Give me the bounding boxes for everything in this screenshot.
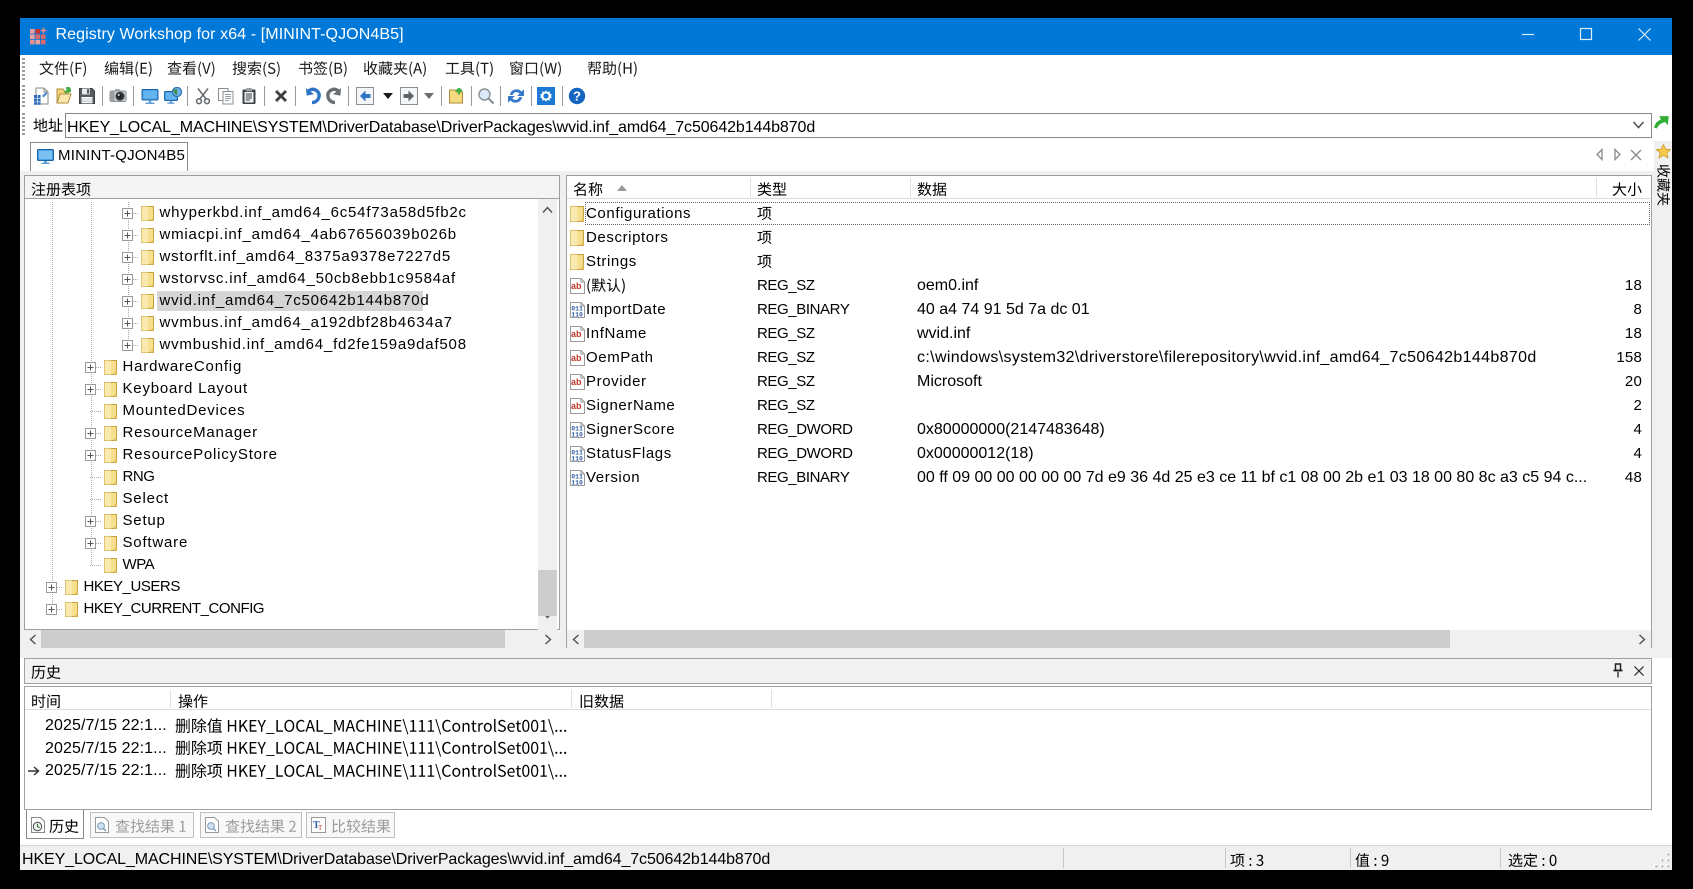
svg-text:110: 110 (571, 456, 583, 463)
svg-text:T: T (318, 824, 323, 832)
svg-text:110: 110 (571, 432, 583, 439)
svg-text:ab: ab (571, 353, 582, 363)
svg-text:ab: ab (571, 281, 582, 291)
svg-text:110: 110 (571, 312, 583, 319)
svg-text:110: 110 (571, 480, 583, 487)
svg-text:?: ? (573, 89, 581, 104)
svg-text:ab: ab (571, 377, 582, 387)
svg-text:ab: ab (571, 401, 582, 411)
svg-text:ab: ab (571, 329, 582, 339)
